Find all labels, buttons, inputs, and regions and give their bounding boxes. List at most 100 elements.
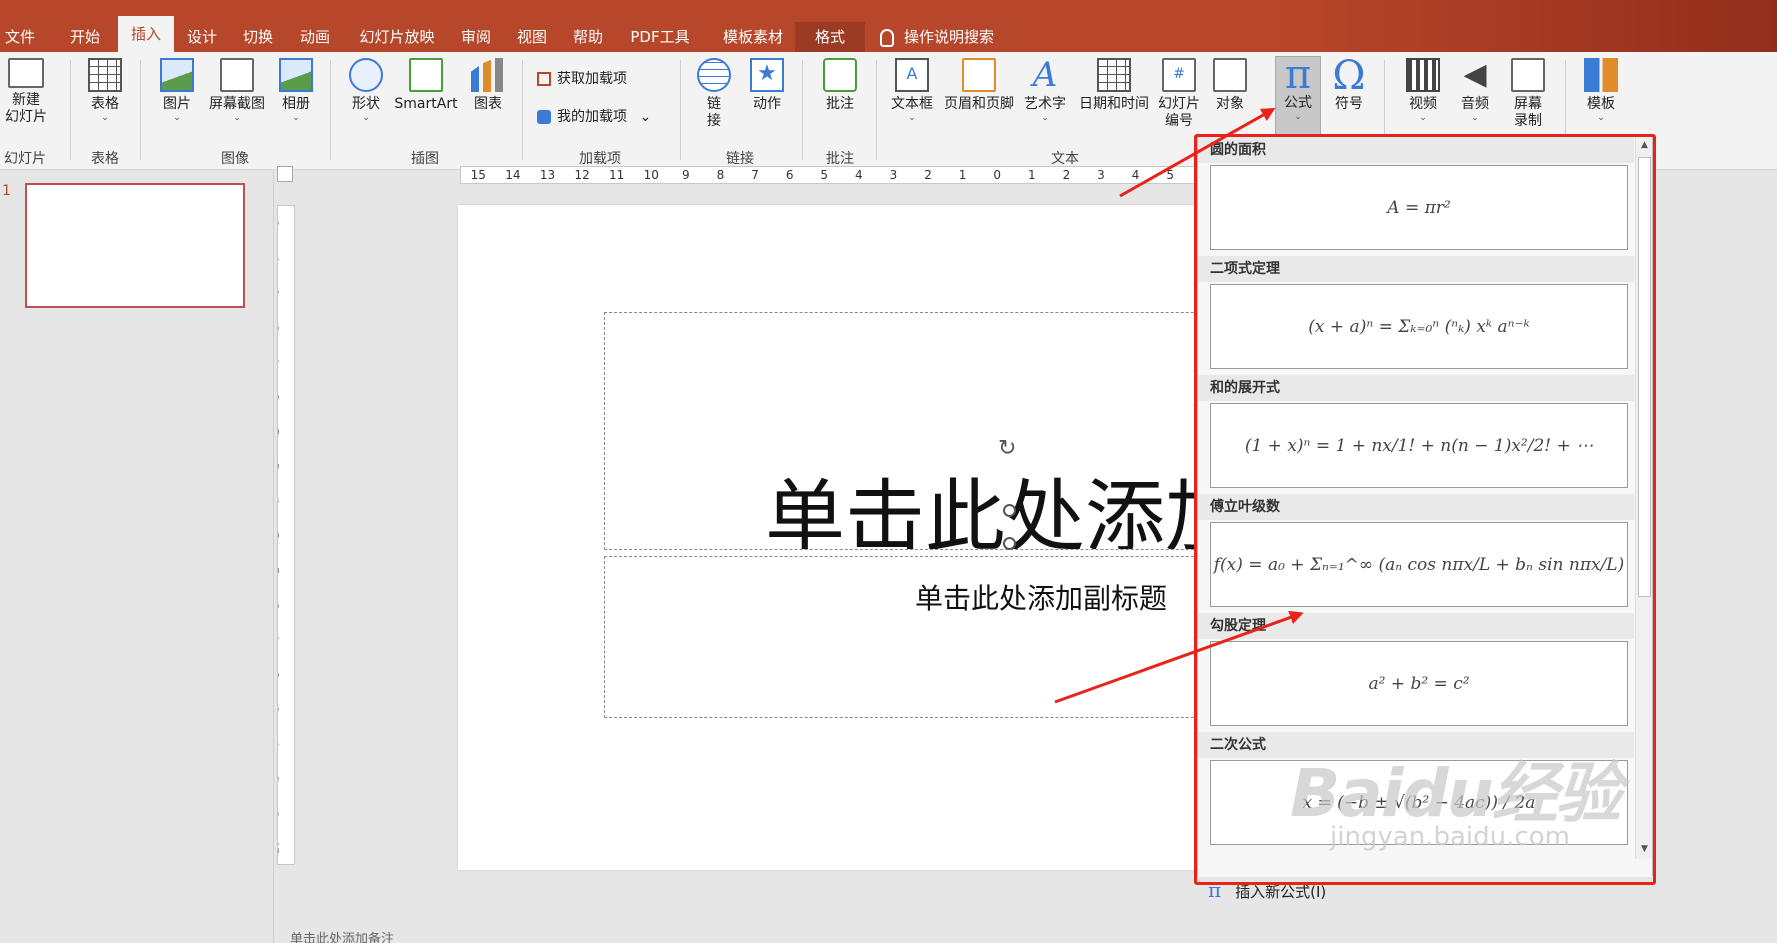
get-addins-button[interactable]: 获取加载项 — [537, 68, 627, 90]
ruler-tick-label: 0 — [993, 168, 1002, 182]
tab-review[interactable]: 审阅 — [456, 22, 496, 52]
tab-animations[interactable]: 动画 — [294, 22, 336, 52]
action-button[interactable]: ★ 动作 — [745, 58, 789, 113]
tab-help[interactable]: 帮助 — [568, 22, 608, 52]
link-button[interactable]: 链 接 — [694, 58, 734, 130]
slide-thumbnail[interactable] — [25, 183, 245, 308]
group-separator — [802, 60, 803, 160]
audio-button[interactable]: ◀ 音频 ⌄ — [1452, 58, 1498, 124]
picture-icon — [160, 58, 194, 92]
vertical-ruler[interactable]: 87654321012345678910 — [277, 205, 295, 865]
tab-view[interactable]: 视图 — [512, 22, 552, 52]
resize-handle[interactable] — [1003, 537, 1016, 550]
template-icon — [1584, 58, 1618, 92]
tab-file[interactable]: 文件 — [0, 22, 40, 52]
slide-canvas[interactable]: 单击此处添加标题 ↻ 单击此处添加副标题 — [458, 205, 1264, 870]
group-separator — [330, 60, 331, 160]
scroll-up-icon[interactable]: ▲ — [1638, 139, 1651, 152]
equation-category-header: 圆的面积 — [1198, 137, 1634, 163]
video-button[interactable]: 视频 ⌄ — [1400, 58, 1446, 123]
insert-new-equation-label: 插入新公式(I) — [1235, 883, 1327, 901]
equation-button[interactable]: π 公式 ⌄ — [1275, 52, 1321, 136]
shapes-label: 形状 — [352, 96, 380, 112]
tab-home[interactable]: 开始 — [62, 22, 108, 52]
slide-thumbnail-number: 1 — [2, 183, 11, 199]
insert-new-equation-item[interactable]: π 插入新公式(I) — [1208, 878, 1326, 902]
header-footer-icon — [962, 58, 996, 92]
equation-gallery-item[interactable]: A = πr² — [1210, 165, 1628, 250]
screenshot-button[interactable]: 屏幕截图 ⌄ — [205, 58, 269, 123]
slide-number-icon: # — [1162, 58, 1196, 92]
tab-template-assets[interactable]: 模板素材 — [710, 22, 796, 52]
rotate-handle-icon[interactable]: ↻ — [998, 438, 1020, 460]
header-footer-button[interactable]: 页眉和页脚 — [940, 58, 1018, 113]
group-label-links: 链接 — [726, 151, 754, 167]
group-label-illustrations: 插图 — [411, 151, 439, 167]
equation-gallery-item[interactable]: a² + b² = c² — [1210, 641, 1628, 726]
group-separator — [140, 60, 141, 160]
ruler-tick-label: 4 — [855, 168, 863, 182]
subtitle-placeholder[interactable]: 单击此处添加副标题 — [604, 556, 1264, 718]
wordart-button[interactable]: A 艺术字 ⌄ — [1020, 58, 1070, 123]
omega-symbol-icon: Ω — [1332, 53, 1366, 99]
comment-button[interactable]: 批注 — [818, 58, 862, 113]
audio-label: 音频 — [1461, 96, 1489, 112]
my-addins-button[interactable]: 我的加载项 ⌄ — [537, 106, 651, 128]
table-button[interactable]: 表格 ⌄ — [82, 58, 128, 123]
pi-equation-icon: π — [1284, 52, 1312, 98]
textbox-button[interactable]: A 文本框 ⌄ — [887, 58, 937, 123]
title-placeholder[interactable]: 单击此处添加标题 — [604, 312, 1264, 550]
smartart-button[interactable]: SmartArt — [391, 58, 461, 113]
search-label: 操作说明搜索 — [904, 28, 995, 46]
comment-label: 批注 — [826, 96, 854, 112]
tell-me-search[interactable]: 操作说明搜索 — [880, 22, 994, 52]
tab-format[interactable]: 格式 — [795, 22, 865, 52]
shapes-button[interactable]: 形状 ⌄ — [344, 58, 388, 123]
gallery-scrollbar[interactable]: ▲ ▼ — [1635, 137, 1652, 859]
album-icon — [279, 58, 313, 92]
chevron-down-icon: ⌄ — [1041, 113, 1049, 123]
notes-pane[interactable]: 单击此处添加备注 — [290, 928, 394, 943]
chevron-down-icon: ⌄ — [1471, 113, 1479, 123]
lightbulb-icon — [880, 28, 894, 47]
shapes-icon — [349, 58, 383, 92]
equation-gallery-item[interactable]: f(x) = a₀ + Σₙ₌₁^∞ (aₙ cos nπx/L + bₙ si… — [1210, 522, 1628, 607]
tab-insert[interactable]: 插入 — [118, 16, 174, 52]
tab-slideshow[interactable]: 幻灯片放映 — [353, 22, 441, 52]
album-button[interactable]: 相册 ⌄ — [274, 58, 318, 123]
template-button[interactable]: 模板 ⌄ — [1576, 58, 1626, 123]
equation-gallery-item[interactable]: (1 + x)ⁿ = 1 + nx/1! + n(n − 1)x²/2! + ⋯ — [1210, 403, 1628, 488]
scrollbar-thumb[interactable] — [1638, 157, 1651, 597]
group-label-addins: 加载项 — [579, 151, 621, 167]
tab-design[interactable]: 设计 — [182, 22, 222, 52]
screen-record-button[interactable]: 屏幕 录制 — [1505, 58, 1551, 130]
video-label: 视频 — [1409, 96, 1437, 112]
ruler-tick-label: 5 — [278, 319, 294, 335]
resize-handle[interactable] — [1003, 504, 1016, 517]
store-icon — [537, 72, 551, 86]
datetime-button[interactable]: 日期和时间 — [1075, 58, 1153, 113]
ruler-tick-label: 7 — [278, 736, 294, 752]
group-separator — [70, 60, 71, 160]
new-slide-label: 新建 幻灯片 — [5, 92, 47, 125]
tab-transitions[interactable]: 切换 — [238, 22, 278, 52]
ruler-tick-label: 2 — [278, 562, 294, 578]
picture-button[interactable]: 图片 ⌄ — [155, 58, 199, 123]
slide-number-button[interactable]: # 幻灯片 编号 — [1154, 58, 1204, 130]
horizontal-ruler[interactable]: 15 14 13 12 11 10 9 8 7 6 5 4 3 2 1 0 1 2 3 4 5 — [460, 166, 1220, 184]
new-slide-button[interactable]: 新建 幻灯片 — [4, 58, 48, 126]
tab-pdf-tools[interactable]: PDF工具 — [625, 22, 695, 52]
ruler-tick-label: 1 — [278, 528, 294, 544]
wordart-label: 艺术字 — [1024, 96, 1066, 112]
chart-button[interactable]: 图表 — [466, 58, 510, 113]
ruler-tab-selector[interactable] — [277, 166, 293, 182]
template-label: 模板 — [1587, 96, 1615, 112]
object-button[interactable]: 对象 — [1208, 58, 1252, 113]
ruler-tick-label: 3 — [1097, 168, 1105, 182]
scroll-down-icon[interactable]: ▼ — [1638, 843, 1651, 856]
group-label-tables: 表格 — [91, 151, 119, 167]
equation-gallery-item[interactable]: (x + a)ⁿ = Σₖ₌₀ⁿ (ⁿₖ) xᵏ aⁿ⁻ᵏ — [1210, 284, 1628, 369]
title-placeholder-text: 单击此处添加标题 — [765, 471, 1263, 550]
ruler-tick-label: 8 — [278, 770, 294, 786]
symbol-button[interactable]: Ω 符号 — [1326, 53, 1372, 113]
